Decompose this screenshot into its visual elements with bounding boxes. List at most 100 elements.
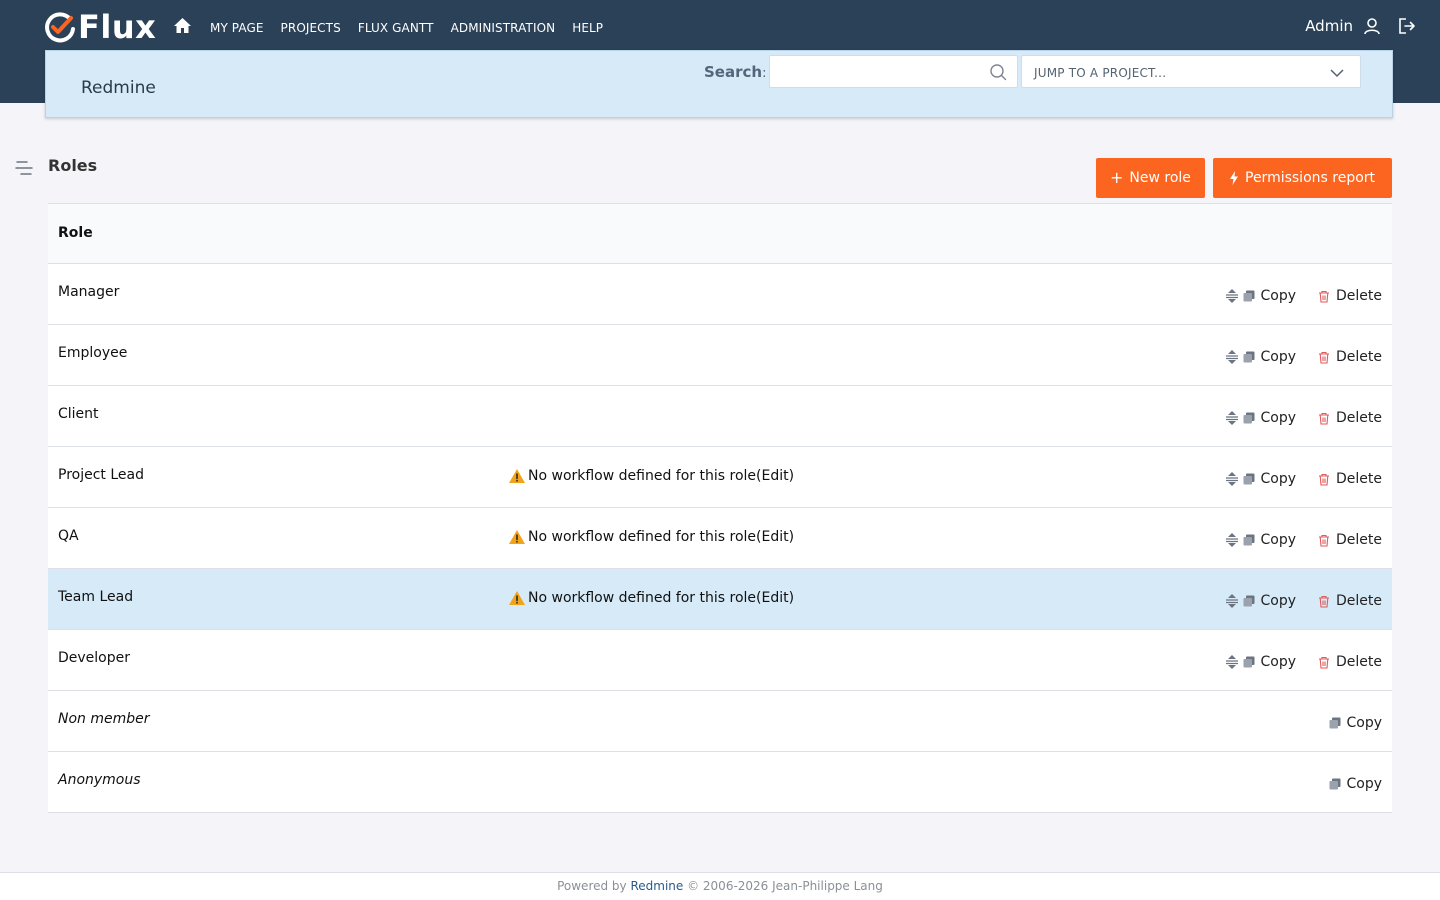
copy-link[interactable]: Copy xyxy=(1260,654,1296,670)
logo-text: Flux xyxy=(78,8,157,46)
jump-to-project-select[interactable]: JUMP TO A PROJECT... xyxy=(1021,55,1361,88)
row-actions: Copy xyxy=(1329,776,1382,792)
permissions-report-label: Permissions report xyxy=(1245,170,1376,186)
role-name-link[interactable]: Non member xyxy=(58,711,150,727)
delete-link[interactable]: Delete xyxy=(1336,349,1382,365)
copy-icon xyxy=(1243,595,1255,607)
user-name[interactable]: Admin xyxy=(1305,16,1353,36)
footer: Powered by Redmine © 2006-2026 Jean-Phil… xyxy=(0,872,1440,900)
search-input[interactable] xyxy=(769,55,1018,88)
lightning-icon xyxy=(1230,171,1238,185)
copy-link[interactable]: Copy xyxy=(1260,288,1296,304)
warning-icon xyxy=(509,530,525,544)
workflow-edit-link[interactable]: (Edit) xyxy=(756,590,794,606)
table-header-row: Role xyxy=(48,204,1392,264)
permissions-report-button[interactable]: Permissions report xyxy=(1213,158,1392,198)
row-actions: Copy Delete xyxy=(1225,654,1382,670)
search-label: Search: xyxy=(704,63,766,81)
new-role-button[interactable]: + New role xyxy=(1096,158,1205,198)
copy-link[interactable]: Copy xyxy=(1260,532,1296,548)
role-name-link[interactable]: Team Lead xyxy=(58,589,133,605)
delete-link[interactable]: Delete xyxy=(1336,471,1382,487)
copy-link[interactable]: Copy xyxy=(1260,410,1296,426)
delete-link[interactable]: Delete xyxy=(1336,410,1382,426)
search-label-text: Search xyxy=(704,63,763,81)
row-actions: Copy Delete xyxy=(1225,471,1382,487)
logout-icon[interactable] xyxy=(1398,17,1416,35)
sort-handle-icon[interactable] xyxy=(1225,471,1239,487)
sort-handle-icon[interactable] xyxy=(1225,532,1239,548)
row-actions: Copy Delete xyxy=(1225,288,1382,304)
copy-link[interactable]: Copy xyxy=(1260,349,1296,365)
search-icon[interactable] xyxy=(989,63,1007,81)
trash-icon xyxy=(1319,534,1329,547)
sort-handle-icon[interactable] xyxy=(1225,410,1239,426)
copy-icon xyxy=(1243,351,1255,363)
delete-link[interactable]: Delete xyxy=(1336,288,1382,304)
table-row: QA No workflow defined for this role (Edit… xyxy=(48,508,1392,569)
trash-icon xyxy=(1319,473,1329,486)
table-row: Project Lead No workflow defined for this… xyxy=(48,447,1392,508)
copy-icon xyxy=(1329,717,1341,729)
new-role-label: New role xyxy=(1129,170,1191,186)
sort-handle-icon[interactable] xyxy=(1225,593,1239,609)
site-title[interactable]: Redmine xyxy=(81,78,156,98)
flux-logo[interactable]: Flux xyxy=(44,9,156,45)
workflow-edit-link[interactable]: (Edit) xyxy=(756,468,794,484)
warning-text: No workflow defined for this role xyxy=(528,529,757,545)
role-name-link[interactable]: Client xyxy=(58,406,99,422)
row-actions: Copy Delete xyxy=(1225,593,1382,609)
role-name-link[interactable]: Anonymous xyxy=(58,772,141,788)
copy-link[interactable]: Copy xyxy=(1260,593,1296,609)
footer-prefix: Powered by xyxy=(557,879,631,893)
user-box: Admin xyxy=(1305,16,1416,36)
role-name-link[interactable]: Project Lead xyxy=(58,467,144,483)
role-name-link[interactable]: Employee xyxy=(58,345,127,361)
sidebar-toggle-icon[interactable] xyxy=(15,160,33,176)
copy-icon xyxy=(1243,473,1255,485)
delete-link[interactable]: Delete xyxy=(1336,654,1382,670)
jump-to-project-placeholder: JUMP TO A PROJECT... xyxy=(1034,66,1167,80)
sort-handle-icon[interactable] xyxy=(1225,288,1239,304)
table-row: Developer Copy Delete xyxy=(48,630,1392,691)
nav-flux-gantt[interactable]: FLUX GANTT xyxy=(358,20,434,36)
table-row: Client Copy Delete xyxy=(48,386,1392,447)
trash-icon xyxy=(1319,412,1329,425)
copy-link[interactable]: Copy xyxy=(1346,776,1382,792)
copy-link[interactable]: Copy xyxy=(1346,715,1382,731)
warning-icon xyxy=(509,469,525,483)
trash-icon xyxy=(1319,595,1329,608)
role-name-link[interactable]: Manager xyxy=(58,284,119,300)
logo-check-icon xyxy=(45,12,75,43)
delete-link[interactable]: Delete xyxy=(1336,532,1382,548)
warning-text: No workflow defined for this role xyxy=(528,468,757,484)
row-actions: Copy Delete xyxy=(1225,349,1382,365)
nav-projects[interactable]: PROJECTS xyxy=(281,20,341,36)
sort-handle-icon[interactable] xyxy=(1225,654,1239,670)
roles-table: Role Manager Copy Delete Employee Copy Delete… xyxy=(48,203,1392,813)
nav-help[interactable]: HELP xyxy=(572,20,603,36)
sub-header: Redmine Search: JUMP TO A PROJECT... xyxy=(45,50,1393,118)
table-row: Team Lead No workflow defined for this ro… xyxy=(48,569,1392,630)
table-row: Employee Copy Delete xyxy=(48,325,1392,386)
footer-redmine-link[interactable]: Redmine xyxy=(630,879,683,893)
user-icon[interactable] xyxy=(1363,17,1381,35)
delete-link[interactable]: Delete xyxy=(1336,593,1382,609)
row-actions: Copy Delete xyxy=(1225,532,1382,548)
copy-icon xyxy=(1243,412,1255,424)
sort-handle-icon[interactable] xyxy=(1225,349,1239,365)
plus-icon: + xyxy=(1110,168,1124,187)
trash-icon xyxy=(1319,656,1329,669)
workflow-edit-link[interactable]: (Edit) xyxy=(756,529,794,545)
page-title: Roles xyxy=(48,156,98,175)
table-body: Manager Copy Delete Employee Copy Delete Clien… xyxy=(48,264,1392,813)
copy-link[interactable]: Copy xyxy=(1260,471,1296,487)
role-name-link[interactable]: QA xyxy=(58,528,79,544)
nav-administration[interactable]: ADMINISTRATION xyxy=(451,20,556,36)
role-name-link[interactable]: Developer xyxy=(58,650,130,666)
workflow-warning: No workflow defined for this role (Edit) xyxy=(508,468,794,484)
copy-icon xyxy=(1243,656,1255,668)
nav-my-page[interactable]: MY PAGE xyxy=(210,20,264,36)
workflow-warning: No workflow defined for this role (Edit) xyxy=(508,590,794,606)
home-icon[interactable] xyxy=(173,17,192,34)
